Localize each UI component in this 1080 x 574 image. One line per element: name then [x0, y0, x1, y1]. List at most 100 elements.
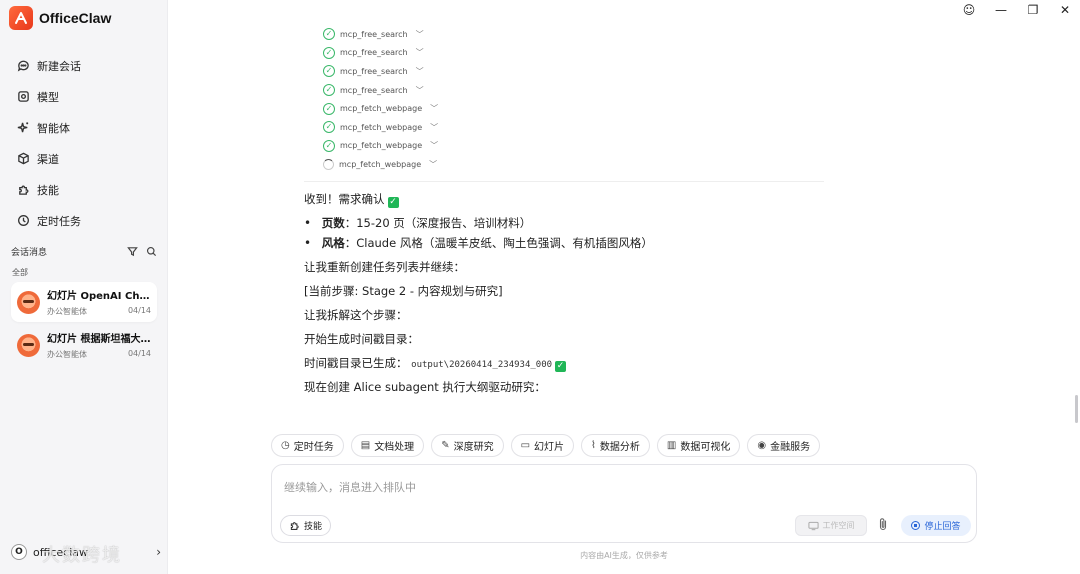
- conversation-date: 04/14: [127, 306, 151, 315]
- ack-text: 收到！需求确认: [304, 192, 385, 206]
- chip-scheduled-task[interactable]: ◷ 定时任务: [271, 434, 344, 457]
- sidebar-item-channel[interactable]: 渠道: [8, 143, 160, 174]
- workspace-button[interactable]: 工作空间: [795, 515, 867, 536]
- tool-call-item[interactable]: ✓ mcp_fetch_webpage ﹀: [323, 118, 438, 137]
- bullet-key: 风格: [321, 236, 345, 250]
- check-circle-icon: ✓: [323, 102, 335, 115]
- chip-data-visualization[interactable]: ▥ 数据可视化: [656, 434, 741, 457]
- chat-main: ✓ mcp_free_search ﹀ ✓ mcp_free_search ﹀ …: [168, 0, 1080, 574]
- conversation-title: 幻灯片 根据斯坦福大...: [47, 334, 151, 345]
- chat-icon: [17, 60, 29, 72]
- tool-call-item[interactable]: ✓ mcp_free_search ﹀: [323, 44, 438, 63]
- output-path: output\20260414_234934_000: [411, 360, 553, 370]
- app-logo: OfficeClaw: [9, 6, 111, 30]
- chevron-down-icon: ﹀: [429, 159, 438, 169]
- clock-icon: [18, 215, 29, 226]
- tool-call-name: mcp_free_search: [340, 29, 408, 39]
- chip-finance[interactable]: ◉ 金融服务: [747, 434, 821, 457]
- sidebar-item-label: 模型: [37, 90, 59, 104]
- user-name: officeclaw: [33, 545, 89, 559]
- bar-chart-icon: ▥: [666, 440, 677, 451]
- skills-button[interactable]: 技能: [280, 515, 332, 536]
- conversation-agent: 办公智能体: [47, 350, 87, 359]
- message-prefix: 时间戳目录已生成：: [304, 356, 408, 370]
- document-icon: ▤: [360, 440, 371, 451]
- sidebar-item-model[interactable]: 模型: [8, 81, 160, 112]
- clock-icon: ◷: [281, 440, 290, 451]
- model-icon: [18, 91, 29, 102]
- chip-slides[interactable]: ▭ 幻灯片: [510, 434, 575, 457]
- conversations-header: 会话消息: [11, 245, 157, 258]
- sidebar-item-skills[interactable]: 技能: [8, 174, 160, 205]
- tool-call-item[interactable]: ✓ mcp_fetch_webpage ﹀: [323, 137, 438, 156]
- sidebar-item-label: 渠道: [37, 152, 59, 166]
- puzzle-icon: [290, 522, 299, 530]
- message-composer[interactable]: 继续输入，消息进入排队中 技能 工作空间 停止回答: [271, 464, 977, 543]
- slides-icon: ▭: [520, 440, 531, 451]
- bullet-key: 页数: [321, 216, 345, 230]
- chevron-down-icon: ﹀: [415, 48, 424, 58]
- chip-label: 金融服务: [770, 442, 811, 453]
- chevron-down-icon: ﹀: [415, 85, 424, 95]
- chip-deep-research[interactable]: ✎ 深度研究: [431, 434, 504, 457]
- conversation-item[interactable]: 幻灯片 OpenAI Cha... 办公智能体 04/14: [11, 282, 157, 322]
- tool-call-list: ✓ mcp_free_search ﹀ ✓ mcp_free_search ﹀ …: [323, 25, 438, 174]
- tool-call-item[interactable]: ✓ mcp_free_search ﹀: [323, 81, 438, 100]
- chevron-down-icon: ﹀: [430, 104, 439, 114]
- tool-call-name: mcp_fetch_webpage: [339, 159, 422, 169]
- tool-call-item[interactable]: ✓ mcp_free_search ﹀: [323, 62, 438, 81]
- chevron-down-icon: ﹀: [430, 141, 439, 151]
- loading-spinner-icon: [323, 158, 334, 170]
- monitor-icon: [807, 521, 819, 530]
- tool-call-name: mcp_fetch_webpage: [340, 122, 423, 132]
- divider: [304, 181, 824, 182]
- tool-call-item[interactable]: ✓ mcp_fetch_webpage ﹀: [323, 99, 438, 118]
- filter-icon[interactable]: [127, 246, 138, 257]
- chip-label: 定时任务: [293, 442, 334, 453]
- attach-icon[interactable]: [877, 517, 889, 535]
- chevron-down-icon: ﹀: [415, 66, 424, 76]
- chip-label: 数据分析: [599, 442, 640, 453]
- chevron-down-icon: ﹀: [415, 29, 424, 39]
- sidebar-item-agent[interactable]: 智能体: [8, 112, 160, 143]
- app-logo-icon: [9, 6, 33, 30]
- message-line: 开始生成时间戳目录：: [304, 332, 419, 346]
- check-mark-icon: ✓: [387, 197, 399, 208]
- chip-label: 幻灯片: [534, 442, 565, 453]
- user-avatar: O: [11, 544, 27, 560]
- workspace-button-label: 工作空间: [822, 521, 855, 530]
- bullet-style: 风格：Claude 风格（温暖羊皮纸、陶土色强调、有机插图风格）: [304, 235, 653, 251]
- sidebar-item-label: 技能: [37, 183, 59, 197]
- sidebar-item-scheduled-tasks[interactable]: 定时任务: [8, 205, 160, 236]
- conversation-filter-all[interactable]: 全部: [12, 267, 28, 278]
- conversation-item[interactable]: 幻灯片 根据斯坦福大... 办公智能体 04/14: [11, 325, 157, 365]
- conversation-agent: 办公智能体: [47, 307, 87, 316]
- stop-answer-button[interactable]: 停止回答: [901, 515, 971, 536]
- tool-call-item[interactable]: ✓ mcp_free_search ﹀: [323, 25, 438, 44]
- avatar: [17, 333, 40, 357]
- user-profile[interactable]: O officeclaw ›: [11, 544, 161, 560]
- message-input[interactable]: 继续输入，消息进入排队中: [284, 479, 416, 495]
- tool-call-name: mcp_free_search: [340, 48, 408, 58]
- chip-data-analysis[interactable]: ⌇ 数据分析: [581, 434, 650, 457]
- message-line: [当前步骤: Stage 2 - 内容规划与研究]: [304, 284, 503, 298]
- chip-document[interactable]: ▤ 文档处理: [350, 434, 425, 457]
- tool-call-name: mcp_fetch_webpage: [340, 104, 423, 114]
- message-line: 收到！需求确认 ✓: [304, 191, 399, 208]
- message-line: 让我拆解这个步骤：: [304, 308, 408, 322]
- avatar: [17, 290, 40, 314]
- check-circle-icon: ✓: [323, 139, 335, 152]
- stop-icon: [911, 521, 921, 530]
- sidebar-nav: 新建会话 模型 智能体 渠道 技能 定时任务: [8, 50, 160, 236]
- scrollbar-thumb[interactable]: [1075, 395, 1078, 423]
- skills-button-label: 技能: [304, 522, 323, 532]
- pen-icon: ✎: [441, 440, 450, 451]
- sidebar: OfficeClaw 新建会话 模型 智能体 渠道 技能 定时任务 会话消息 全…: [0, 0, 168, 574]
- sidebar-item-label: 新建会话: [37, 59, 81, 73]
- conversation-date: 04/14: [127, 349, 151, 358]
- search-icon[interactable]: [146, 246, 157, 257]
- tool-call-name: mcp_fetch_webpage: [340, 141, 423, 151]
- tool-call-item[interactable]: mcp_fetch_webpage ﹀: [323, 155, 438, 174]
- sidebar-item-new-chat[interactable]: 新建会话: [8, 50, 160, 81]
- coin-icon: ◉: [757, 440, 767, 451]
